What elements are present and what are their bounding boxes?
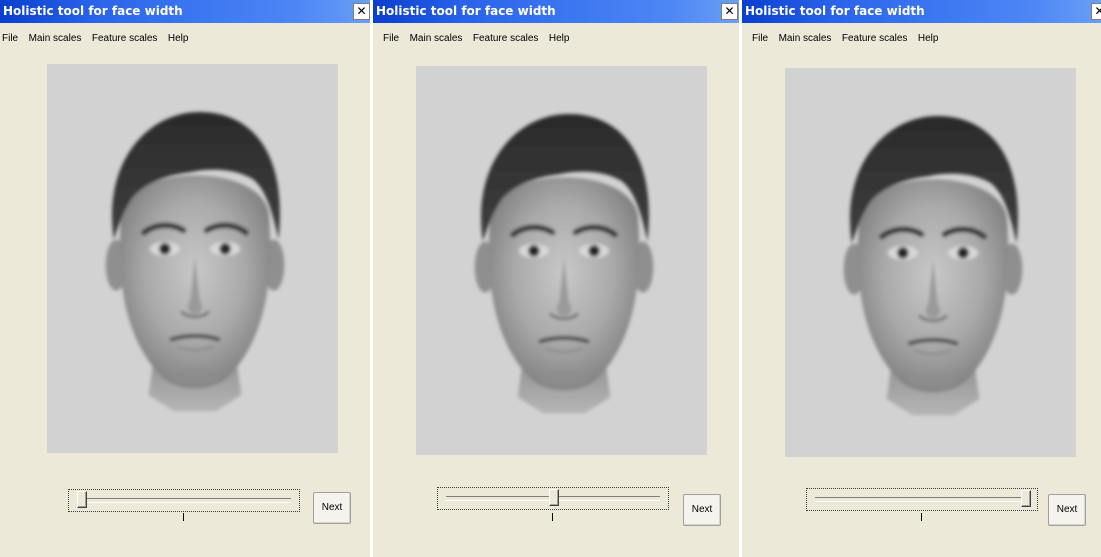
slider-tick: [552, 513, 553, 521]
app-window: Holistic tool for face width ✕ File Main…: [372, 0, 740, 557]
next-button[interactable]: Next: [683, 494, 721, 526]
window-title: Holistic tool for face width: [745, 4, 925, 18]
face-width-slider[interactable]: [68, 489, 300, 512]
close-icon[interactable]: ✕: [721, 3, 738, 20]
next-button[interactable]: Next: [1048, 494, 1086, 526]
title-bar[interactable]: Holistic tool for face width ✕: [742, 0, 1101, 23]
menu-file[interactable]: File: [752, 31, 768, 47]
slider-tick: [921, 513, 922, 521]
menu-main-scales[interactable]: Main scales: [29, 31, 82, 47]
slider-track: [815, 497, 1029, 502]
menu-help[interactable]: Help: [168, 31, 189, 47]
menu-feature-scales[interactable]: Feature scales: [473, 31, 539, 47]
title-bar[interactable]: Holistic tool for face width ✕: [0, 0, 370, 23]
menu-feature-scales[interactable]: Feature scales: [92, 31, 158, 47]
face-portrait: [448, 93, 680, 418]
close-icon[interactable]: ✕: [353, 3, 370, 20]
menu-main-scales[interactable]: Main scales: [779, 31, 832, 47]
menu-main-scales[interactable]: Main scales: [410, 31, 463, 47]
slider-tick: [183, 513, 184, 521]
face-width-slider[interactable]: [437, 487, 669, 510]
window-title: Holistic tool for face width: [376, 4, 556, 18]
face-portrait: [79, 91, 311, 416]
title-bar[interactable]: Holistic tool for face width ✕: [373, 0, 740, 23]
menu-bar: File Main scales Feature scales Help: [373, 28, 571, 44]
menu-bar: File Main scales Feature scales Help: [0, 28, 190, 44]
face-width-slider[interactable]: [806, 488, 1038, 511]
slider-thumb[interactable]: [77, 491, 87, 508]
slider-thumb[interactable]: [1021, 490, 1031, 507]
face-portrait: [817, 95, 1049, 420]
app-window: Holistic tool for face width ✕ File Main…: [741, 0, 1101, 557]
window-title: Holistic tool for face width: [3, 4, 183, 18]
menu-feature-scales[interactable]: Feature scales: [842, 31, 908, 47]
menu-file[interactable]: File: [383, 31, 399, 47]
face-image: [785, 68, 1076, 457]
menu-bar: File Main scales Feature scales Help: [742, 28, 940, 44]
slider-thumb[interactable]: [549, 489, 559, 506]
slider-track: [77, 498, 291, 503]
menu-help[interactable]: Help: [918, 31, 939, 47]
menu-file[interactable]: File: [2, 31, 18, 47]
app-window: Holistic tool for face width ✕ File Main…: [0, 0, 370, 557]
close-icon[interactable]: ✕: [1091, 3, 1101, 20]
menu-help[interactable]: Help: [549, 31, 570, 47]
face-image: [416, 66, 707, 455]
next-button[interactable]: Next: [313, 492, 351, 524]
face-image: [47, 64, 338, 453]
